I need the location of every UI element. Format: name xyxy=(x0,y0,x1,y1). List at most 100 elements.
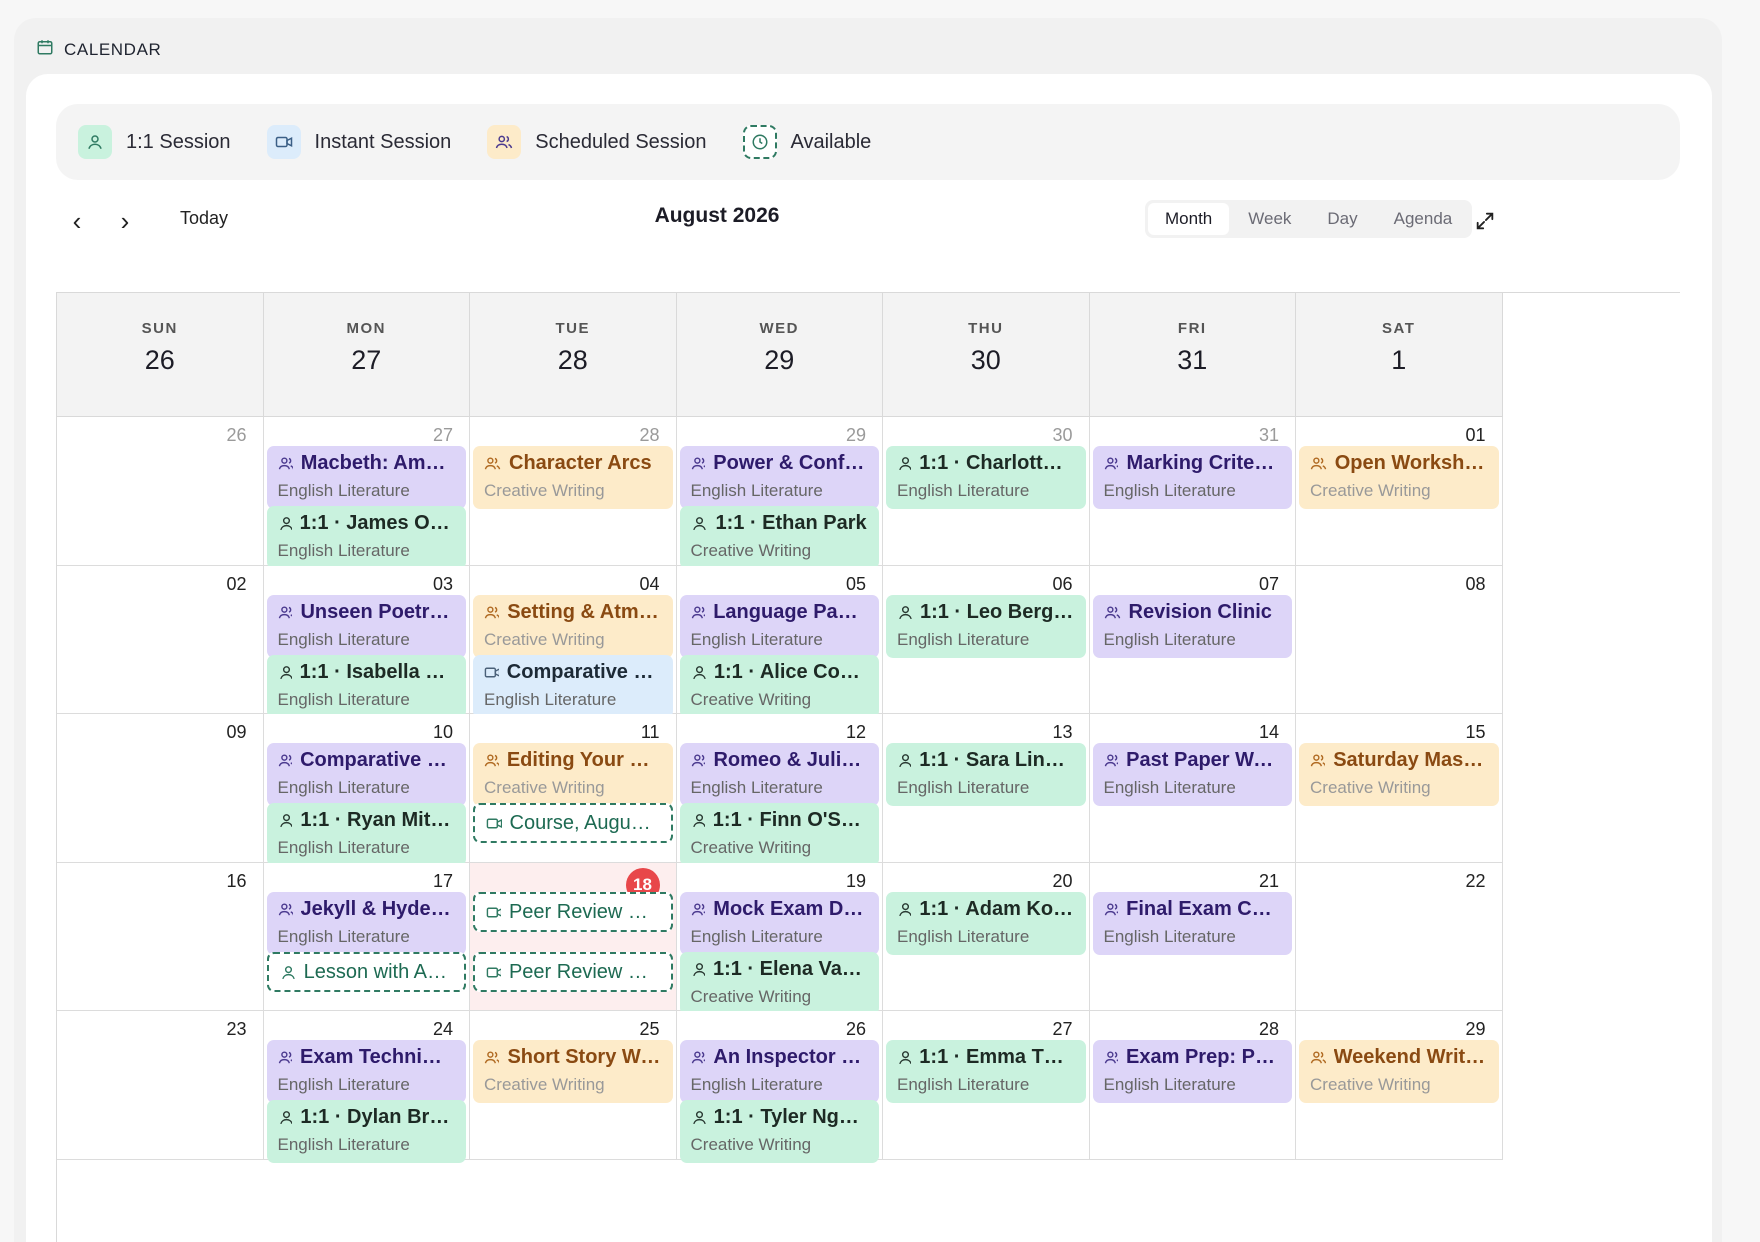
event-title: Weekend Writin... xyxy=(1310,1046,1487,1069)
view-week-button[interactable]: Week xyxy=(1231,203,1308,235)
day-cell[interactable]: 12 Romeo & Juliet: ... English Literature 1… xyxy=(676,714,883,866)
day-cell[interactable]: 01 Open Workshop Creative Writing xyxy=(1296,417,1503,566)
event-subject: English Literature xyxy=(277,689,410,709)
calendar-event[interactable]: Past Paper Walkt... English Literature xyxy=(1092,743,1292,806)
calendar-event[interactable]: Language Paper ... English Literature xyxy=(679,594,879,658)
day-cell[interactable]: 07 Revision Clinic English Literature xyxy=(1089,565,1296,714)
calendar-event[interactable]: Editing Your Firs... Creative Writing xyxy=(473,743,673,806)
day-cell[interactable]: 09 xyxy=(57,714,264,863)
event-title: Course, August 11 xyxy=(486,812,659,835)
day-cell[interactable]: 14 Past Paper Walkt... English Literature xyxy=(1089,714,1296,863)
day-cell[interactable]: 20 1:1 · Adam Kowal... English Literature xyxy=(883,862,1090,1011)
calendar-event[interactable]: 1:1 · Dylan Brooks English Literature xyxy=(266,1100,466,1163)
calendar-event[interactable]: 1:1 · Finn O'Sulliv... Creative Writing xyxy=(679,803,879,866)
day-cell[interactable]: 04 Setting & Atmos... Creative Writing Comp… xyxy=(470,565,677,718)
day-cell[interactable]: 22 xyxy=(1296,862,1503,1011)
event-subject: English Literature xyxy=(690,778,823,797)
calendar-event[interactable]: Short Story Wor... Creative Writing xyxy=(473,1040,673,1103)
calendar-event[interactable]: 1:1 · Leo Bergman English Literature xyxy=(886,594,1086,658)
weekday-name: SAT xyxy=(1382,320,1416,337)
calendar-event[interactable]: Exam Technique:... English Literature xyxy=(266,1040,466,1103)
calendar-event[interactable]: Unseen Poetry: I... English Literature xyxy=(266,594,466,658)
day-cell[interactable]: 21 Final Exam Coun... English Literature xyxy=(1089,862,1296,1011)
day-cell[interactable]: 29 Weekend Writin... Creative Writing xyxy=(1296,1011,1503,1160)
available-slot[interactable]: Peer Review Ses... xyxy=(473,891,673,932)
calendar-event[interactable]: 1:1 · Emma Thom... English Literature xyxy=(886,1040,1086,1103)
view-month-button[interactable]: Month xyxy=(1148,203,1230,235)
calendar-event[interactable]: 1:1 · Ryan Mitchell English Literature xyxy=(266,803,466,866)
available-slot[interactable]: Lesson with Am... xyxy=(266,951,466,992)
calendar-event[interactable]: Setting & Atmos... Creative Writing xyxy=(473,594,673,658)
day-cell[interactable]: 18Peer Review Ses...Peer Review Ses... xyxy=(470,862,677,1011)
day-number: 26 xyxy=(845,1019,866,1039)
day-cell[interactable]: 23 xyxy=(57,1011,264,1160)
calendar-event[interactable]: 1:1 · Sara Lindqvist English Literature xyxy=(886,743,1086,806)
event-subject: English Literature xyxy=(897,1075,1030,1094)
day-cell[interactable]: 27 1:1 · Emma Thom... English Literature xyxy=(883,1011,1090,1160)
day-cell[interactable]: 25 Short Story Wor... Creative Writing xyxy=(470,1011,677,1160)
calendar-event[interactable]: 1:1 · Isabella Sant... English Literature xyxy=(266,654,466,718)
calendar-event[interactable]: 1:1 · Adam Kowal... English Literature xyxy=(886,891,1086,955)
calendar-event[interactable]: Power & Conflict... English Literature xyxy=(679,446,879,509)
users-icon xyxy=(278,604,293,621)
day-cell[interactable]: 05 Language Paper ... English Literature 1:… xyxy=(676,565,883,718)
day-cell[interactable]: 26 An Inspector Cal... English Literature 1… xyxy=(676,1011,883,1163)
day-cell[interactable]: 24Exam Technique:...English Literature1:… xyxy=(263,1011,470,1163)
day-cell[interactable]: 02 xyxy=(57,565,264,714)
day-cell[interactable]: 30 1:1 · Charlotte Du... English Literatur… xyxy=(883,417,1090,566)
day-cell[interactable]: 13 1:1 · Sara Lindqvist English Literature xyxy=(883,714,1090,863)
day-cell[interactable]: 17 Jekyll & Hyde: D... English Literature L… xyxy=(263,862,470,1011)
expand-icon[interactable] xyxy=(1470,206,1500,236)
calendar-event[interactable]: Character Arcs Creative Writing xyxy=(473,446,673,509)
weekday-date: 29 xyxy=(764,345,795,375)
day-cell[interactable]: 26 xyxy=(57,417,264,566)
available-slot[interactable]: Course, August 11 xyxy=(473,803,673,843)
calendar-event[interactable]: Macbeth: Ambiti... English Literature xyxy=(266,446,466,509)
video-icon xyxy=(484,664,499,681)
calendar-event[interactable]: 1:1 · Alice Cooper Creative Writing xyxy=(679,654,879,718)
view-agenda-button[interactable]: Agenda xyxy=(1377,203,1470,235)
calendar-event[interactable]: Marking Criteria ... English Literature xyxy=(1092,446,1292,509)
event-title: 1:1 · Finn O'Sulliv... xyxy=(691,809,867,832)
day-cell[interactable]: 28 Exam Prep: Pape... English Literature xyxy=(1089,1011,1296,1160)
event-subject: Creative Writing xyxy=(1310,481,1431,500)
day-cell[interactable]: 08 xyxy=(1296,565,1503,714)
event-title: Short Story Wor... xyxy=(484,1046,661,1069)
calendar-event[interactable]: Open Workshop Creative Writing xyxy=(1299,446,1499,509)
calendar-event[interactable]: 1:1 · Tyler Nguyen Creative Writing xyxy=(679,1100,879,1163)
event-title: Comparative ess... xyxy=(484,661,661,684)
calendar-event[interactable]: Romeo & Juliet: ... English Literature xyxy=(679,743,879,806)
day-number: 12 xyxy=(845,722,866,742)
day-cell[interactable]: 16 xyxy=(57,862,264,1011)
day-cell[interactable]: 10Comparative Ess...English Literature1:… xyxy=(263,714,470,866)
calendar-event[interactable]: An Inspector Cal... English Literature xyxy=(679,1040,879,1103)
available-slot[interactable]: Peer Review Ses... xyxy=(473,951,673,992)
day-cell[interactable]: 03Unseen Poetry: I...English Literature1… xyxy=(263,565,470,718)
event-title: Unseen Poetry: I... xyxy=(278,601,454,624)
calendar-event[interactable]: 1:1 · Elena Vasqu... Creative Writing xyxy=(679,951,879,1015)
calendar-event[interactable]: Comparative Ess... English Literature xyxy=(266,743,466,806)
day-cell[interactable]: 11 Editing Your Firs... Creative Writing Co… xyxy=(470,714,677,863)
calendar-event[interactable]: Mock Exam Debr... English Literature xyxy=(679,891,879,955)
calendar-event[interactable]: Exam Prep: Pape... English Literature xyxy=(1092,1040,1292,1103)
day-cell[interactable]: 27Macbeth: Ambiti...English Literature1:… xyxy=(263,417,470,569)
calendar-event[interactable]: 1:1 · Ethan Park Creative Writing xyxy=(679,506,879,569)
calendar-event[interactable]: Weekend Writin... Creative Writing xyxy=(1299,1040,1499,1103)
user-icon xyxy=(897,604,912,621)
calendar-event[interactable]: Final Exam Coun... English Literature xyxy=(1092,891,1292,955)
day-cell[interactable]: 06 1:1 · Leo Bergman English Literature xyxy=(883,565,1090,714)
calendar-event[interactable]: 1:1 · James O'Brien English Literature xyxy=(266,506,466,569)
weekday-date: 31 xyxy=(1177,345,1208,375)
day-cell[interactable]: 29 Power & Conflict... English Literature 1… xyxy=(676,417,883,569)
calendar-event[interactable]: Comparative ess... English Literature xyxy=(473,654,673,718)
day-cell[interactable]: 15 Saturday Master... Creative Writing xyxy=(1296,714,1503,863)
video-icon xyxy=(486,964,501,981)
calendar-event[interactable]: Saturday Master... Creative Writing xyxy=(1299,743,1499,806)
calendar-event[interactable]: Jekyll & Hyde: D... English Literature xyxy=(266,891,466,955)
calendar-event[interactable]: 1:1 · Charlotte Du... English Literature xyxy=(886,446,1086,509)
calendar-event[interactable]: Revision Clinic English Literature xyxy=(1092,594,1292,658)
day-cell[interactable]: 19 Mock Exam Debr... English Literature 1:1… xyxy=(676,862,883,1015)
view-day-button[interactable]: Day xyxy=(1310,203,1374,235)
day-cell[interactable]: 31 Marking Criteria ... English Literature xyxy=(1089,417,1296,566)
day-cell[interactable]: 28 Character Arcs Creative Writing xyxy=(470,417,677,566)
